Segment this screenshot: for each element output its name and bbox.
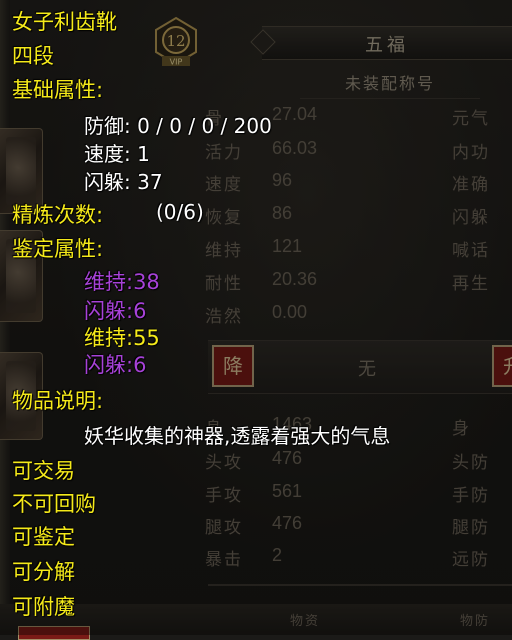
base-dodge: 闪躲: 37	[84, 170, 163, 194]
appraise-attr-3: 维持:55	[84, 326, 160, 350]
item-description: 妖华收集的神器,透露着强大的气息	[84, 424, 391, 448]
refine-label: 精炼次数:	[12, 203, 104, 227]
flag-no-buyback: 不可回购	[12, 492, 96, 516]
appraise-attr-4: 闪躲:6	[84, 353, 147, 377]
appraise-attr-1: 维持:38	[84, 270, 160, 294]
item-name: 女子利齿靴	[12, 10, 117, 34]
refine-value: (0/6)	[156, 200, 204, 224]
description-header: 物品说明:	[12, 389, 104, 413]
base-defense: 防御: 0 / 0 / 0 / 200	[84, 114, 272, 138]
item-grade: 四段	[12, 44, 54, 68]
item-tooltip: 女子利齿靴 四段 基础属性: 防御: 0 / 0 / 0 / 200 速度: 1…	[0, 0, 512, 635]
flag-enchantable: 可附魔	[12, 595, 75, 619]
flag-tradable: 可交易	[12, 459, 75, 483]
base-speed: 速度: 1	[84, 142, 150, 166]
appraise-attr-2: 闪躲:6	[84, 299, 147, 323]
flag-appraisable: 可鉴定	[12, 525, 75, 549]
flag-decomposable: 可分解	[12, 560, 75, 584]
appraise-header: 鉴定属性:	[12, 237, 104, 261]
base-attributes-header: 基础属性:	[12, 78, 104, 102]
